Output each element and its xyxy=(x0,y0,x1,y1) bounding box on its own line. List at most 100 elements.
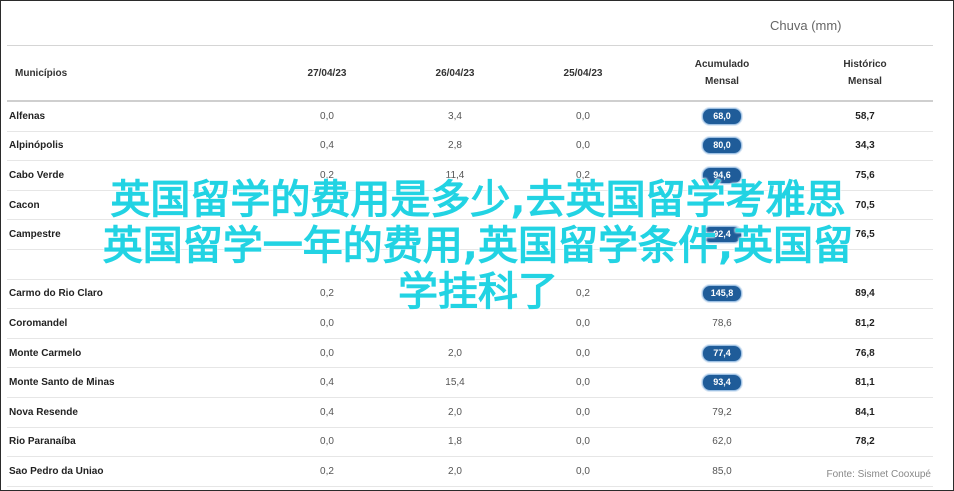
rain-25-04-cell: 0,0 xyxy=(519,101,647,132)
historico-mensal-cell: 76,8 xyxy=(797,338,933,369)
rain-25-04-cell: 0,0 xyxy=(519,397,647,428)
acumulado-mensal-cell: 145,8 xyxy=(647,279,797,310)
rain-26-04-cell xyxy=(391,249,519,280)
municipio-name-cell: Cabo Verde xyxy=(7,160,263,191)
rainfall-table-container: Municípios 27/04/23 26/04/23 25/04/23 Ac… xyxy=(7,45,933,487)
rain-27-04-cell: 0,2 xyxy=(263,456,391,487)
header-acumulado-line2: Mensal xyxy=(705,76,739,87)
rain-25-04-cell: 0,0 xyxy=(519,427,647,458)
acumulado-value: 85,0 xyxy=(712,465,732,477)
rain-27-04-cell: 0,4 xyxy=(263,367,391,398)
acumulado-mensal-cell: 80,0 xyxy=(647,131,797,162)
acumulado-mensal-cell: 77,4 xyxy=(647,338,797,369)
rain-26-04-cell: 2,0 xyxy=(391,456,519,487)
acumulado-mensal-cell: 93,4 xyxy=(647,367,797,398)
table-row: Alpinópolis 0,4 2,8 0,0 80,0 34,3 xyxy=(7,131,933,162)
rain-27-04-cell xyxy=(263,219,391,250)
rain-27-04-cell: 0,2 xyxy=(263,160,391,191)
table-header-row: Municípios 27/04/23 26/04/23 25/04/23 Ac… xyxy=(7,45,933,102)
rain-25-04-cell: 0,0 xyxy=(519,367,647,398)
rain-26-04-cell: 2,8 xyxy=(391,131,519,162)
historico-mensal-cell: 89,4 xyxy=(797,279,933,310)
rain-27-04-cell: 0,0 xyxy=(263,308,391,339)
header-date-1: 27/04/23 xyxy=(263,45,391,102)
rain-26-04-cell: 1,8 xyxy=(391,427,519,458)
rain-26-04-cell: 2,0 xyxy=(391,338,519,369)
header-historico-line2: Mensal xyxy=(848,76,882,87)
acumulado-mensal-cell: 94,6 xyxy=(647,160,797,191)
municipio-name-cell: Nova Resende xyxy=(7,397,263,428)
rain-25-04-cell: 0,2 xyxy=(519,160,647,191)
rain-26-04-cell: 15,4 xyxy=(391,367,519,398)
source-caption: Fonte: Sismet Cooxupé xyxy=(826,469,932,480)
rain-27-04-cell xyxy=(263,249,391,280)
rain-27-04-cell: 0,4 xyxy=(263,397,391,428)
historico-mensal-cell: 76,5 xyxy=(797,219,933,250)
rain-26-04-cell xyxy=(391,219,519,250)
acumulado-badge: 145,8 xyxy=(702,285,742,303)
acumulado-badge: 94,6 xyxy=(702,166,742,184)
acumulado-value: 79,2 xyxy=(712,406,732,418)
municipio-name-cell: Coromandel xyxy=(7,308,263,339)
municipio-name-cell: Cacon xyxy=(7,190,263,221)
rain-25-04-cell: 0,0 xyxy=(519,456,647,487)
acumulado-badge: 93,4 xyxy=(702,374,742,392)
rain-27-04-cell xyxy=(263,190,391,221)
chart-title: Chuva (mm) xyxy=(770,18,842,33)
table-row: Nova Resende 0,4 2,0 0,0 79,2 84,1 xyxy=(7,397,933,428)
municipio-name-cell: Rio Paranaíba xyxy=(7,427,263,458)
historico-mensal-cell: 78,2 xyxy=(797,427,933,458)
rain-25-04-cell xyxy=(519,249,647,280)
rain-25-04-cell: 0,0 xyxy=(519,338,647,369)
rain-26-04-cell: 3,4 xyxy=(391,101,519,132)
table-row: Monte Santo de Minas 0,4 15,4 0,0 93,4 81,1 xyxy=(7,367,933,398)
acumulado-badge: 68,0 xyxy=(702,107,742,125)
rain-25-04-cell xyxy=(519,219,647,250)
municipio-name-cell xyxy=(7,249,263,280)
acumulado-badge: 92,4 xyxy=(702,226,742,244)
acumulado-mensal-cell: 79,2 xyxy=(647,397,797,428)
table-row: Sao Pedro da Uniao 0,2 2,0 0,0 85,0 xyxy=(7,456,933,487)
rain-26-04-cell xyxy=(391,308,519,339)
historico-mensal-cell: 81,1 xyxy=(797,367,933,398)
rain-27-04-cell: 0,4 xyxy=(263,131,391,162)
acumulado-mensal-cell: 68,0 xyxy=(647,101,797,132)
table-row: Coromandel 0,0 0,0 78,6 81,2 xyxy=(7,308,933,339)
historico-mensal-cell: 70,5 xyxy=(797,190,933,221)
municipio-name-cell: Carmo do Rio Claro xyxy=(7,279,263,310)
table-body: Alfenas 0,0 3,4 0,0 68,0 58,7 Alpinópolis 0,4 2,… xyxy=(7,101,933,487)
historico-mensal-cell: 81,2 xyxy=(797,308,933,339)
historico-mensal-cell: 75,6 xyxy=(797,160,933,191)
acumulado-value: 78,6 xyxy=(712,317,732,329)
rain-26-04-cell: 11,4 xyxy=(391,160,519,191)
acumulado-mensal-cell: 92,4 xyxy=(647,219,797,250)
acumulado-value: 62,0 xyxy=(712,436,732,448)
acumulado-mensal-cell xyxy=(647,249,797,280)
rain-27-04-cell: 0,0 xyxy=(263,427,391,458)
historico-mensal-cell: 34,3 xyxy=(797,131,933,162)
rain-25-04-cell: 0,0 xyxy=(519,308,647,339)
table-row: Alfenas 0,0 3,4 0,0 68,0 58,7 xyxy=(7,101,933,132)
acumulado-mensal-cell xyxy=(647,190,797,221)
historico-mensal-cell: 58,7 xyxy=(797,101,933,132)
municipio-name-cell: Alfenas xyxy=(7,101,263,132)
table-row: Campestre 92,4 76,5 xyxy=(7,219,933,250)
rain-25-04-cell: 0,2 xyxy=(519,279,647,310)
acumulado-mensal-cell: 62,0 xyxy=(647,427,797,458)
municipio-name-cell: Monte Carmelo xyxy=(7,338,263,369)
table-row: Cacon 70,5 xyxy=(7,190,933,221)
header-date-2: 26/04/23 xyxy=(391,45,519,102)
rain-26-04-cell xyxy=(391,279,519,310)
header-historico-line1: Histórico xyxy=(843,59,887,70)
header-acumulado-line1: Acumulado xyxy=(694,59,750,70)
header-municipios: Municípios xyxy=(7,45,263,102)
municipio-name-cell: Campestre xyxy=(7,219,263,250)
rain-26-04-cell: 2,0 xyxy=(391,397,519,428)
municipio-name-cell: Alpinópolis xyxy=(7,131,263,162)
municipio-name-cell: Monte Santo de Minas xyxy=(7,367,263,398)
table-row: Monte Carmelo 0,0 2,0 0,0 77,4 76,8 xyxy=(7,338,933,369)
rain-27-04-cell: 0,2 xyxy=(263,279,391,310)
table-row: Cabo Verde 0,2 11,4 0,2 94,6 75,6 xyxy=(7,160,933,191)
acumulado-badge: 80,0 xyxy=(702,137,742,155)
header-historico: Histórico Mensal xyxy=(797,45,933,102)
